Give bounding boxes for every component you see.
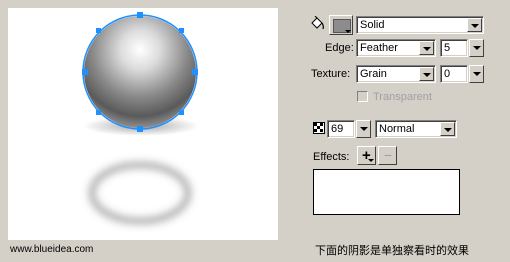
chevron-down-icon[interactable]: [419, 41, 434, 55]
blend-mode-value: Normal: [379, 123, 415, 135]
fill-color-swatch[interactable]: [329, 15, 353, 35]
minus-icon: −: [384, 147, 393, 163]
edge-select[interactable]: Feather: [356, 39, 436, 57]
chevron-down-icon[interactable]: [440, 122, 455, 136]
opacity-field[interactable]: 69: [327, 120, 355, 138]
add-effect-button[interactable]: +: [357, 146, 376, 165]
sphere-artwork: [82, 12, 199, 225]
chevron-down-icon[interactable]: [419, 67, 434, 81]
texture-amount-dropdown[interactable]: [469, 65, 484, 83]
fill-style-value: Solid: [360, 19, 385, 31]
edge-amount-field[interactable]: 5: [440, 39, 468, 57]
edge-amount-value: 5: [444, 42, 451, 54]
remove-effect-button[interactable]: −: [378, 146, 397, 165]
opacity-value: 69: [331, 123, 344, 135]
chevron-down-icon[interactable]: [467, 18, 482, 32]
texture-amount-field[interactable]: 0: [440, 65, 468, 83]
texture-amount-value: 0: [444, 68, 451, 80]
paint-bucket-icon: [309, 15, 325, 32]
fill-style-select[interactable]: Solid: [356, 16, 484, 34]
effects-list[interactable]: [313, 169, 460, 215]
transparent-label: Transparent: [373, 91, 432, 103]
edge-value: Feather: [360, 42, 398, 54]
texture-label: Texture:: [311, 68, 351, 80]
opacity-icon: [313, 122, 325, 134]
canvas[interactable]: [8, 8, 278, 240]
edge-amount-dropdown[interactable]: [469, 39, 484, 57]
opacity-dropdown[interactable]: [356, 120, 371, 138]
shadow-ring: [88, 161, 192, 225]
effects-label: Effects:: [313, 151, 350, 163]
blend-mode-select[interactable]: Normal: [375, 120, 457, 138]
texture-select[interactable]: Grain: [356, 65, 436, 83]
watermark: www.blueidea.com: [10, 244, 94, 255]
caption: 下面的阴影是单独察看时的效果: [315, 245, 469, 257]
transparent-checkbox[interactable]: [357, 91, 368, 102]
texture-value: Grain: [360, 68, 387, 80]
edge-label: Edge:: [325, 42, 354, 54]
